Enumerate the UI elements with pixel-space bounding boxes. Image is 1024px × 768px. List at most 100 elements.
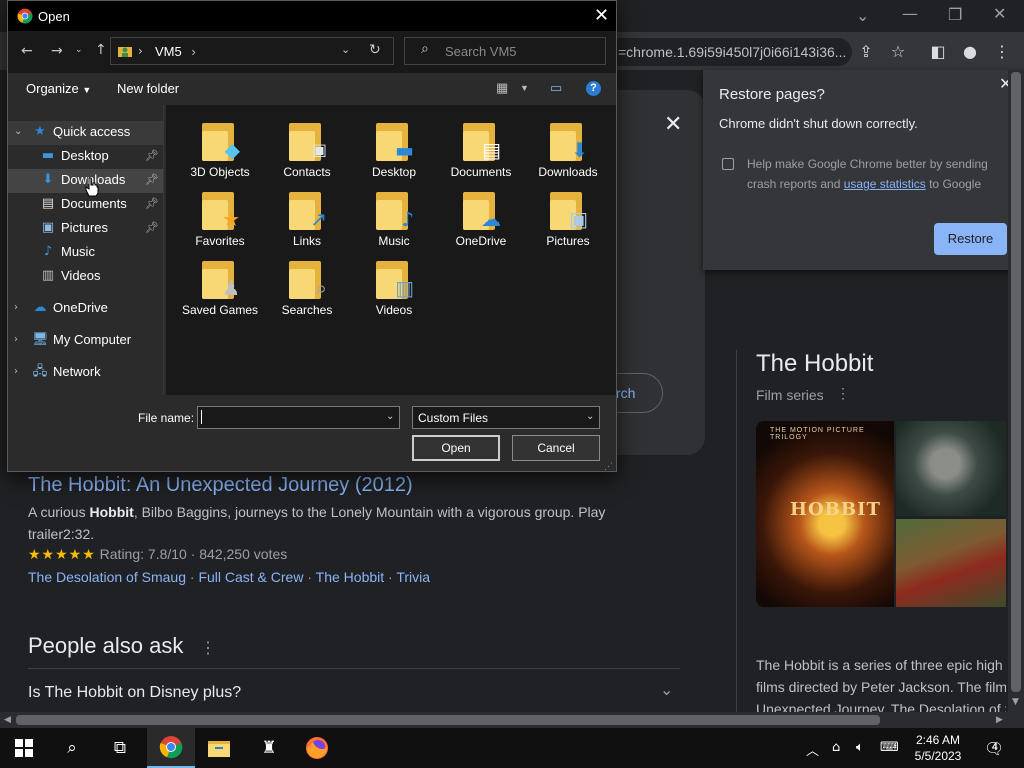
tray-overflow-icon[interactable]: ︿ — [806, 740, 819, 759]
open-button[interactable]: Open — [412, 435, 500, 461]
folder-videos[interactable]: ▥ Videos — [352, 255, 436, 318]
scroll-left-arrow-icon[interactable]: ◀ — [4, 715, 11, 725]
resize-grip-icon[interactable]: ⋰ — [604, 461, 613, 472]
chess-app-icon[interactable]: ♜ — [245, 728, 293, 768]
horizontal-scroll-thumb[interactable] — [16, 715, 880, 725]
folder-pictures[interactable]: ▣ Pictures — [526, 186, 610, 249]
scroll-right-arrow-icon[interactable]: ▶ — [996, 715, 1003, 725]
paa-more-icon[interactable]: ⋮ — [200, 638, 216, 658]
folder-documents[interactable]: ▤ Documents — [439, 117, 523, 180]
pin-icon[interactable]: 📌︎ — [145, 145, 159, 167]
nav-onedrive[interactable]: › ☁ OneDrive — [8, 297, 163, 321]
nav-videos[interactable]: ▥ Videos — [8, 265, 163, 289]
music-icon: ♪ — [43, 244, 53, 259]
collapsed-chevron-icon[interactable]: › — [14, 329, 18, 351]
folder-saved-games[interactable]: ♟ Saved Games — [178, 255, 262, 318]
view-dropdown-icon[interactable]: ▼ — [520, 83, 529, 93]
file-explorer-icon[interactable] — [195, 728, 243, 768]
paa-divider — [28, 668, 680, 669]
folder-desktop[interactable]: ▬ Desktop — [352, 117, 436, 180]
folder-favorites[interactable]: ★ Favorites — [178, 186, 262, 249]
collapsed-chevron-icon[interactable]: › — [14, 297, 18, 319]
folder-music[interactable]: ♪ Music — [352, 186, 436, 249]
keyboard-icon[interactable]: ⌨ — [880, 740, 899, 755]
minimize-button[interactable]: — — [902, 4, 918, 23]
nav-pictures[interactable]: ▣ Pictures 📌︎ — [8, 217, 163, 241]
up-arrow-icon[interactable]: ↑ — [95, 42, 107, 58]
paa-question[interactable]: Is The Hobbit on Disney plus? — [28, 684, 241, 702]
dialog-close-icon[interactable]: ✕ — [594, 5, 609, 26]
nav-desktop[interactable]: ▬ Desktop 📌︎ — [8, 145, 163, 169]
dialog-search-input[interactable]: Search VM5 — [404, 37, 606, 65]
bilbo-image[interactable] — [896, 519, 1006, 607]
address-bar[interactable]: =chrome.1.69i59i450l7j0i66i143i36... — [612, 38, 852, 66]
folder-searches[interactable]: ⌕ Searches — [265, 255, 349, 318]
folder-3d-objects[interactable]: ◆ 3D Objects — [178, 117, 262, 180]
network-status-icon[interactable]: ⌂ — [832, 740, 840, 755]
nav-music[interactable]: ♪ Music — [8, 241, 163, 265]
refresh-icon[interactable]: ↻ — [369, 42, 381, 58]
nav-quick-access[interactable]: ⌄ ★ Quick access — [8, 121, 163, 145]
bookmark-star-icon[interactable]: ☆ — [886, 40, 910, 64]
nav-network[interactable]: › 🖧︎ Network — [8, 361, 163, 385]
sitelink-cast[interactable]: Full Cast & Crew — [198, 569, 303, 585]
folder-downloads[interactable]: ⬇ Downloads — [526, 117, 610, 180]
breadcrumb-path[interactable]: VM5 — [155, 44, 182, 59]
new-folder-button[interactable]: New folder — [117, 81, 179, 96]
close-window-button[interactable]: ✕ — [993, 4, 1006, 23]
collapsed-chevron-icon[interactable]: › — [14, 361, 18, 383]
chevron-down-icon[interactable]: ⌄ — [660, 680, 673, 699]
preview-pane-icon[interactable]: ▭ — [550, 80, 562, 96]
file-type-dropdown-icon[interactable]: ⌄ — [586, 411, 594, 422]
tab-search-chevron-icon[interactable]: ⌄ — [856, 6, 869, 25]
windows-start-icon[interactable] — [0, 728, 48, 768]
file-name-dropdown-icon[interactable]: ⌄ — [386, 411, 394, 422]
share-icon[interactable]: ⇪ — [854, 40, 878, 64]
usage-statistics-link[interactable]: usage statistics — [844, 177, 926, 191]
chrome-taskbar-icon[interactable] — [147, 728, 195, 768]
folder-contacts[interactable]: ▣ Contacts — [265, 117, 349, 180]
gollum-image[interactable] — [896, 421, 1006, 516]
task-view-icon[interactable]: ⧉ — [96, 728, 144, 768]
restore-button[interactable]: Restore — [934, 223, 1007, 255]
taskbar-clock[interactable]: 2:46 AM 5/5/2023 — [906, 732, 970, 764]
restore-window-button[interactable]: ❐ — [948, 5, 962, 24]
nav-my-computer[interactable]: › 🖥︎ My Computer — [8, 329, 163, 353]
folder-onedrive[interactable]: ☁ OneDrive — [439, 186, 523, 249]
breadcrumb-root-chevron-icon[interactable]: › — [138, 44, 143, 58]
pin-icon[interactable]: 📌︎ — [145, 193, 159, 215]
change-view-icon[interactable]: ▦ — [496, 80, 508, 96]
kp-more-icon[interactable]: ⋮ — [836, 385, 850, 402]
folder-links[interactable]: ↗ Links — [265, 186, 349, 249]
dialog-address-bar[interactable]: VM5 › — [110, 37, 394, 65]
card-close-icon[interactable]: ✕ — [664, 112, 682, 137]
search-magnifier-icon: ⌕ — [421, 41, 429, 57]
firefox-icon[interactable] — [293, 728, 341, 768]
file-type-select[interactable]: Custom Files — [412, 406, 600, 429]
pin-icon[interactable]: 📌︎ — [145, 169, 159, 191]
forward-arrow-icon[interactable]: → — [51, 43, 63, 59]
recent-locations-chevron-icon[interactable]: ⌄ — [75, 45, 83, 55]
sitelink-hobbit[interactable]: The Hobbit — [316, 569, 384, 585]
hobbit-poster-image[interactable]: THE MOTION PICTURE TRILOGY HOBBIT — [756, 421, 894, 607]
search-icon[interactable]: ⌕ — [48, 728, 96, 768]
help-icon[interactable]: ? — [586, 81, 601, 96]
expanded-chevron-icon[interactable]: ⌄ — [14, 121, 22, 143]
chess-piece-icon: ♟ — [222, 276, 240, 300]
pin-icon[interactable]: 📌︎ — [145, 217, 159, 239]
chrome-menu-icon[interactable]: ⋮ — [990, 40, 1014, 64]
scroll-down-arrow-icon[interactable]: ▼ — [1012, 697, 1019, 707]
result-title-link[interactable]: The Hobbit: An Unexpected Journey (2012) — [28, 474, 413, 497]
cancel-button[interactable]: Cancel — [512, 435, 600, 461]
side-panel-icon[interactable]: ◧ — [926, 40, 950, 64]
organize-menu[interactable]: Organize ▼ — [26, 81, 91, 96]
back-arrow-icon[interactable]: ← — [21, 43, 33, 59]
volume-icon[interactable]: 🔈︎ — [856, 740, 864, 755]
file-name-input[interactable] — [197, 406, 400, 429]
sitelink-desolation[interactable]: The Desolation of Smaug — [28, 569, 186, 585]
crash-report-checkbox[interactable] — [722, 158, 734, 170]
address-dropdown-icon[interactable]: ⌄ — [341, 43, 350, 56]
vertical-scroll-thumb[interactable] — [1011, 72, 1021, 692]
profile-icon[interactable]: ● — [958, 40, 982, 64]
sitelink-trivia[interactable]: Trivia — [396, 569, 430, 585]
